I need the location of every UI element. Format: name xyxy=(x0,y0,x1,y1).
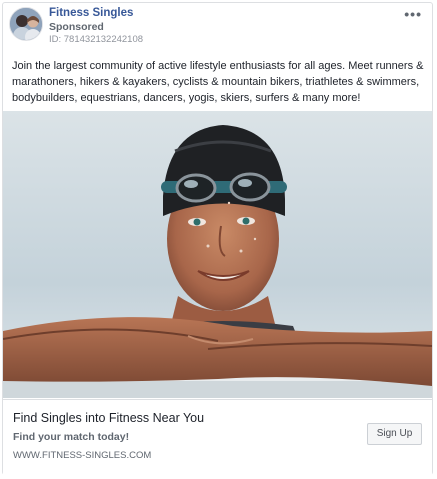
post-header: Fitness Singles Sponsored ID: 7814321322… xyxy=(3,3,432,53)
sign-up-button[interactable]: Sign Up xyxy=(367,423,422,445)
sponsored-post-card: Fitness Singles Sponsored ID: 7814321322… xyxy=(2,2,433,476)
post-body-text: Join the largest community of active lif… xyxy=(12,60,424,104)
ad-id: ID: 781432132242108 xyxy=(49,34,144,45)
page-name-link[interactable]: Fitness Singles xyxy=(49,7,133,19)
more-options-button[interactable]: ••• xyxy=(404,6,422,22)
page-avatar[interactable] xyxy=(9,7,43,41)
link-description: Find your match today! xyxy=(13,431,130,443)
swimmer-photo-icon xyxy=(3,111,432,398)
avatar-couple-icon xyxy=(10,8,42,40)
sponsored-label: Sponsored xyxy=(49,21,104,33)
ad-image[interactable] xyxy=(3,111,432,398)
link-headline[interactable]: Find Singles into Fitness Near You xyxy=(13,411,204,425)
link-url[interactable]: WWW.FITNESS-SINGLES.COM xyxy=(13,450,151,461)
link-preview[interactable]: Find Singles into Fitness Near You Find … xyxy=(3,399,432,476)
